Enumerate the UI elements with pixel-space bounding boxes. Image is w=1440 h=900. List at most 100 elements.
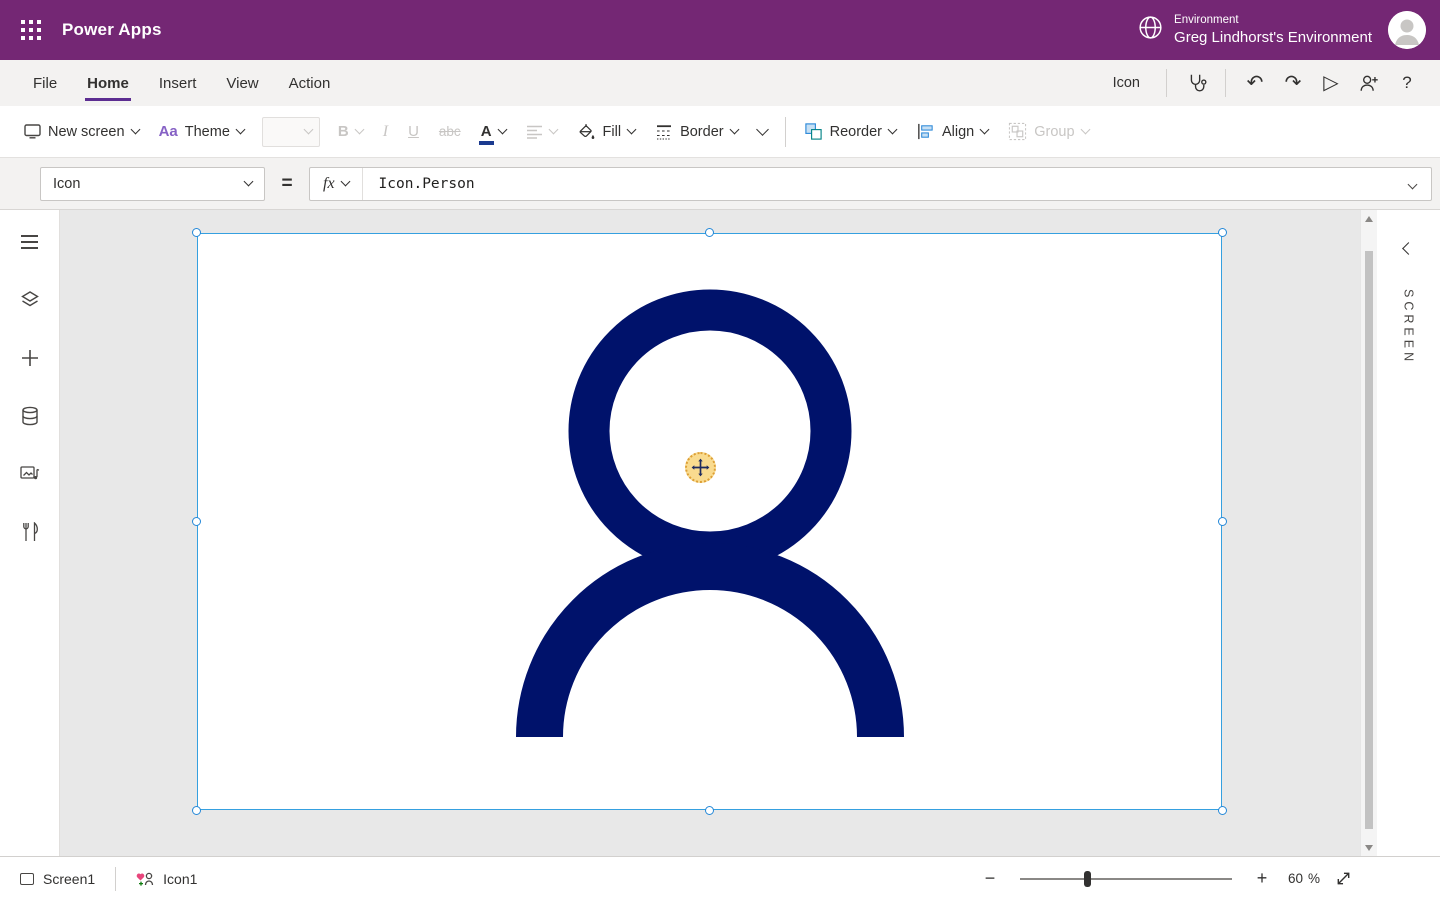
power-apps-studio: Power Apps Environment Greg Lindhorst's … bbox=[0, 0, 1440, 900]
stethoscope-icon bbox=[1185, 72, 1207, 94]
fill-label: Fill bbox=[603, 124, 622, 140]
selection-handle[interactable] bbox=[1218, 517, 1227, 526]
preview-play-button[interactable]: ▷ bbox=[1312, 64, 1350, 102]
border-button[interactable]: Border bbox=[645, 113, 748, 151]
theme-button[interactable]: Aa Theme bbox=[149, 113, 254, 151]
selection-handle[interactable] bbox=[192, 517, 201, 526]
sidebar-item-data-sources[interactable] bbox=[10, 396, 50, 436]
text-align-button[interactable] bbox=[516, 113, 567, 151]
app-launcher-icon[interactable] bbox=[0, 0, 62, 60]
share-button[interactable] bbox=[1350, 64, 1388, 102]
fit-to-window-button[interactable] bbox=[1335, 870, 1352, 887]
vertical-scrollbar[interactable] bbox=[1360, 210, 1377, 856]
screen1-label: Screen1 bbox=[43, 871, 95, 887]
fx-button[interactable]: fx bbox=[310, 168, 363, 200]
sidebar-item-advanced-tools[interactable] bbox=[10, 512, 50, 552]
group-button[interactable]: Group bbox=[998, 113, 1098, 151]
menu-insert[interactable]: Insert bbox=[144, 60, 212, 106]
sidebar-item-insert[interactable] bbox=[10, 338, 50, 378]
ribbon-toolbar: New screen Aa Theme B I U abc A bbox=[0, 106, 1440, 158]
app-title: Power Apps bbox=[62, 20, 162, 40]
selection-handle[interactable] bbox=[705, 228, 714, 237]
plus-icon bbox=[21, 349, 39, 367]
selection-handle[interactable] bbox=[1218, 806, 1227, 815]
bold-button[interactable]: B bbox=[328, 113, 373, 151]
chevron-down-icon bbox=[1080, 125, 1090, 135]
tools-icon bbox=[21, 522, 39, 542]
zoom-in-button[interactable]: + bbox=[1251, 868, 1273, 889]
formula-input[interactable]: fx Icon.Person bbox=[309, 167, 1432, 201]
help-button[interactable]: ? bbox=[1388, 64, 1426, 102]
menus: File Home Insert View Action bbox=[18, 60, 345, 106]
font-size-dropdown[interactable] bbox=[262, 117, 320, 147]
divider bbox=[1225, 69, 1226, 97]
border-icon bbox=[655, 123, 673, 141]
fill-button[interactable]: Fill bbox=[567, 113, 646, 151]
screen1-tab[interactable]: Screen1 bbox=[0, 857, 115, 900]
chevron-down-icon bbox=[497, 125, 507, 135]
reorder-icon bbox=[804, 122, 823, 141]
environment-text: Environment Greg Lindhorst's Environment bbox=[1174, 13, 1372, 47]
move-cursor-indicator bbox=[685, 452, 716, 483]
selection-handle[interactable] bbox=[192, 228, 201, 237]
sidebar-item-media[interactable] bbox=[10, 454, 50, 494]
app-checker-button[interactable] bbox=[1177, 64, 1215, 102]
environment-picker[interactable]: Environment Greg Lindhorst's Environment bbox=[1137, 13, 1372, 47]
formula-text[interactable]: Icon.Person bbox=[363, 176, 1394, 192]
menu-action[interactable]: Action bbox=[274, 60, 346, 106]
selection-handle[interactable] bbox=[192, 806, 201, 815]
person-icon-control[interactable] bbox=[197, 233, 1222, 810]
chevron-down-icon bbox=[729, 125, 739, 135]
selection-handle[interactable] bbox=[1218, 228, 1227, 237]
undo-button[interactable]: ↶ bbox=[1236, 64, 1274, 102]
zoom-unit: % bbox=[1308, 871, 1320, 886]
redo-button[interactable]: ↷ bbox=[1274, 64, 1312, 102]
screen-panel-label[interactable]: SCREEN bbox=[1402, 289, 1416, 365]
scroll-down-button[interactable] bbox=[1361, 839, 1377, 856]
sidebar-item-expand-menu[interactable] bbox=[10, 222, 50, 262]
icon1-breadcrumb[interactable]: Icon1 bbox=[116, 857, 217, 900]
more-formatting-button[interactable] bbox=[748, 113, 777, 151]
expand-diagonal-icon bbox=[1335, 870, 1352, 887]
canvas-workspace[interactable] bbox=[60, 210, 1360, 856]
screen-canvas[interactable] bbox=[197, 233, 1222, 810]
chevron-down-icon bbox=[548, 125, 558, 135]
sidebar-item-tree-view[interactable] bbox=[10, 280, 50, 320]
screen-icon bbox=[20, 873, 34, 885]
menu-view[interactable]: View bbox=[211, 60, 273, 106]
property-dropdown[interactable]: Icon bbox=[40, 167, 265, 201]
scrollbar-track[interactable] bbox=[1361, 227, 1377, 839]
zoom-controls: − + 60 % bbox=[979, 868, 1440, 889]
paint-bucket-icon bbox=[577, 122, 596, 141]
reorder-label: Reorder bbox=[830, 124, 882, 140]
zoom-slider[interactable] bbox=[1020, 878, 1232, 880]
environment-label: Environment bbox=[1174, 13, 1372, 28]
selection-handle[interactable] bbox=[705, 806, 714, 815]
strikethrough-button[interactable]: abc bbox=[429, 113, 471, 151]
zoom-out-button[interactable]: − bbox=[979, 868, 1001, 889]
media-icon bbox=[20, 465, 40, 483]
underline-button[interactable]: U bbox=[398, 113, 429, 151]
new-screen-button[interactable]: New screen bbox=[14, 113, 149, 151]
environment-name: Greg Lindhorst's Environment bbox=[1174, 28, 1372, 48]
menu-file[interactable]: File bbox=[18, 60, 72, 106]
chevron-down-icon bbox=[354, 125, 364, 135]
zoom-slider-handle[interactable] bbox=[1084, 871, 1091, 887]
chevron-down-icon bbox=[340, 177, 350, 187]
theme-label: Theme bbox=[185, 124, 230, 140]
italic-button[interactable]: I bbox=[373, 113, 398, 151]
property-selected: Icon bbox=[53, 176, 80, 192]
align-button[interactable]: Align bbox=[906, 113, 998, 151]
menu-home[interactable]: Home bbox=[72, 60, 144, 106]
right-panel-rail: SCREEN bbox=[1377, 210, 1440, 856]
formula-expand-button[interactable] bbox=[1394, 175, 1431, 193]
chevron-down-icon bbox=[1408, 179, 1418, 189]
divider bbox=[1166, 69, 1167, 97]
scrollbar-thumb[interactable] bbox=[1365, 251, 1373, 829]
expand-panel-chevron[interactable] bbox=[1402, 242, 1415, 255]
scroll-up-button[interactable] bbox=[1361, 210, 1377, 227]
avatar[interactable] bbox=[1388, 11, 1426, 49]
font-color-button[interactable]: A bbox=[471, 113, 516, 151]
chevron-down-icon bbox=[130, 125, 140, 135]
reorder-button[interactable]: Reorder bbox=[794, 113, 906, 151]
